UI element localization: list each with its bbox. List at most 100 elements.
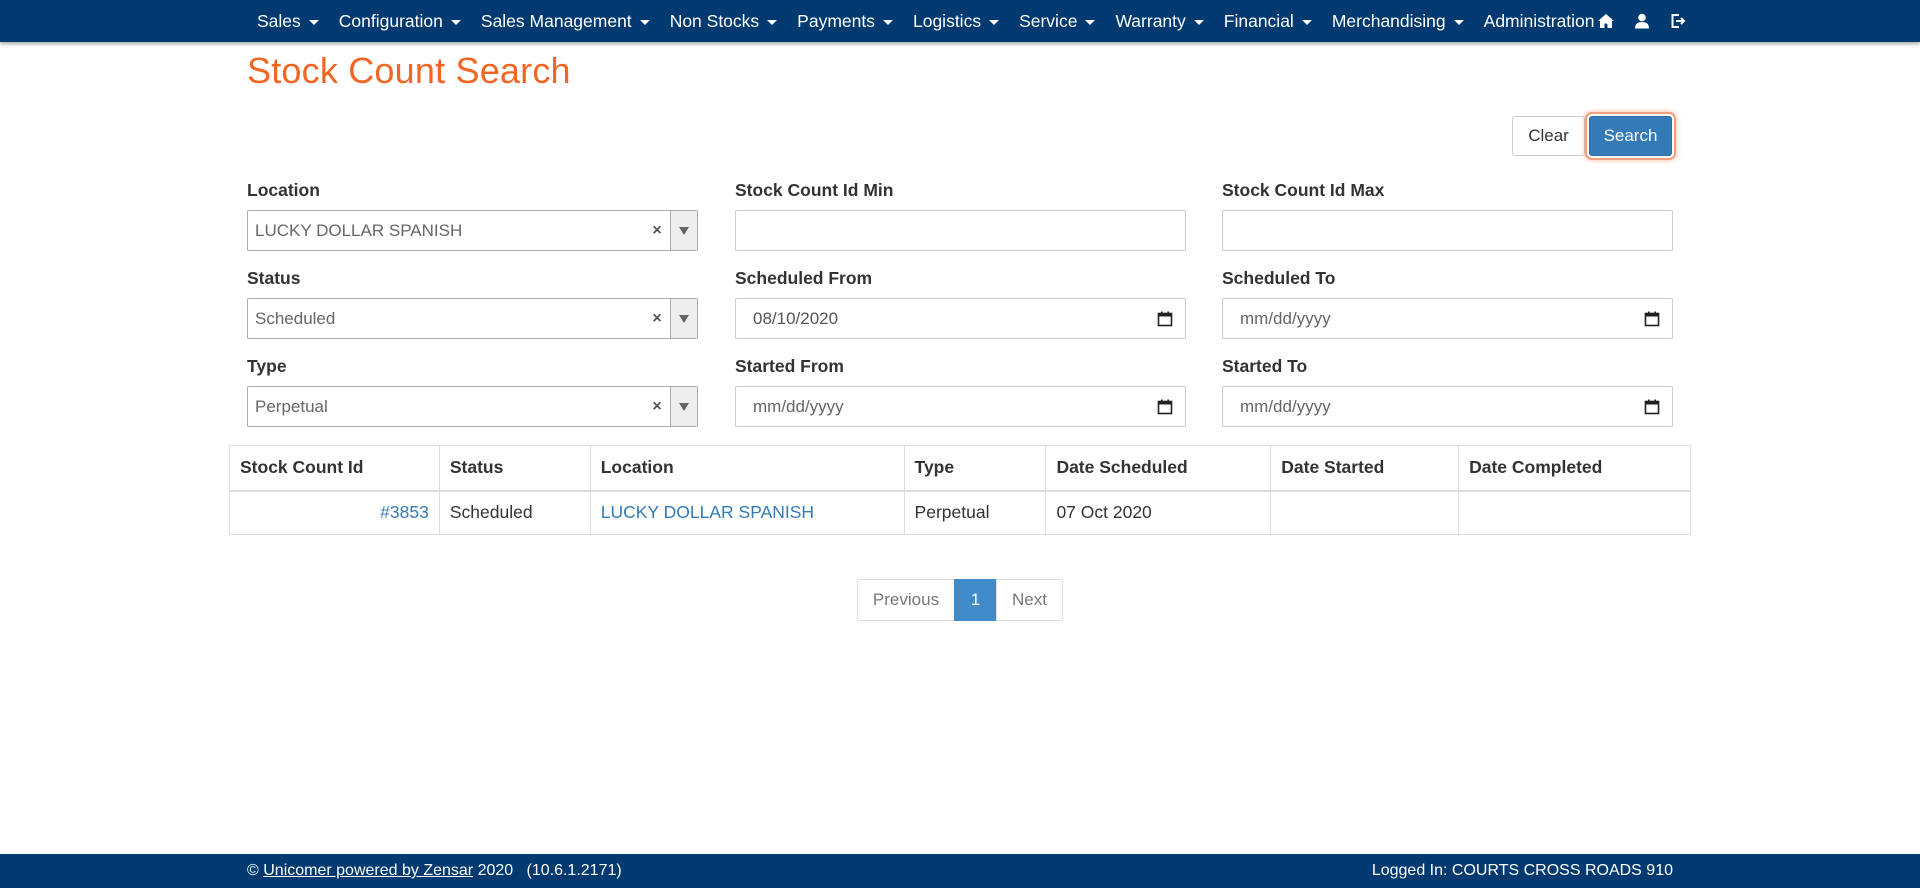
triangle-down-icon: [679, 226, 689, 235]
menu-sales[interactable]: Sales: [247, 0, 329, 42]
column-header-date-completed[interactable]: Date Completed: [1458, 445, 1691, 492]
location-link[interactable]: LUCKY DOLLAR SPANISH: [601, 502, 814, 522]
column-header-status[interactable]: Status: [438, 445, 591, 492]
menu-sales-management[interactable]: Sales Management: [471, 0, 660, 42]
location-label: Location: [247, 180, 320, 200]
menu-financial-label: Financial: [1223, 10, 1294, 31]
caret-down-icon: [989, 19, 1000, 25]
clear-type-icon[interactable]: ×: [644, 398, 670, 416]
page-title: Stock Count Search: [247, 50, 571, 91]
menu-payments[interactable]: Payments: [787, 0, 903, 42]
status-label: Status: [247, 268, 301, 288]
status-dropdown-toggle[interactable]: [670, 299, 697, 338]
logged-in-status: Logged In: COURTS CROSS ROADS 910: [1371, 862, 1673, 879]
previous-page-button[interactable]: Previous: [857, 579, 955, 621]
footer-copyright: © Unicomer powered by Zensar 2020 (10.6.…: [247, 862, 622, 880]
clear-location-icon[interactable]: ×: [644, 222, 670, 240]
menu-merchandising-label: Merchandising: [1331, 10, 1446, 31]
stock-count-id-min-input[interactable]: [735, 210, 1186, 251]
scheduled-to-placeholder: mm/dd/yyyy: [1240, 308, 1331, 328]
cell-date-scheduled: 07 Oct 2020: [1045, 490, 1272, 535]
scheduled-to-date-input[interactable]: mm/dd/yyyy: [1222, 298, 1673, 339]
menu-service-label: Service: [1019, 10, 1078, 31]
menu-administration-label: Administration: [1483, 10, 1595, 31]
caret-down-icon: [639, 19, 650, 25]
calendar-icon[interactable]: [1632, 299, 1672, 338]
stock-count-id-min-label: Stock Count Id Min: [735, 180, 894, 200]
footer-version: 2020 (10.6.1.2171): [477, 862, 622, 879]
company-link[interactable]: Unicomer powered by Zensar: [263, 862, 473, 879]
cell-date-completed: [1458, 490, 1691, 535]
calendar-icon[interactable]: [1632, 387, 1672, 426]
caret-down-icon: [450, 19, 461, 25]
caret-down-icon: [1193, 19, 1204, 25]
caret-down-icon: [308, 19, 319, 25]
menu-financial[interactable]: Financial: [1214, 0, 1322, 42]
menu-warranty[interactable]: Warranty: [1105, 0, 1213, 42]
menu-configuration[interactable]: Configuration: [329, 0, 471, 42]
next-page-button[interactable]: Next: [996, 579, 1063, 621]
location-dropdown-toggle[interactable]: [670, 211, 697, 250]
menu-service[interactable]: Service: [1009, 0, 1105, 42]
top-navbar: Sales Configuration Sales Management Non…: [0, 0, 1920, 42]
copyright-symbol: ©: [247, 862, 259, 879]
logout-icon[interactable]: [1660, 0, 1696, 42]
menu-logistics-label: Logistics: [912, 10, 982, 31]
column-header-stock-count-id[interactable]: Stock Count Id: [229, 445, 440, 492]
type-value: Perpetual: [255, 396, 328, 416]
menu-non-stocks[interactable]: Non Stocks: [660, 0, 787, 42]
status-value: Scheduled: [255, 308, 336, 328]
footer: © Unicomer powered by Zensar 2020 (10.6.…: [0, 854, 1920, 888]
triangle-down-icon: [679, 314, 689, 323]
started-to-date-input[interactable]: mm/dd/yyyy: [1222, 386, 1673, 427]
home-icon[interactable]: [1588, 0, 1624, 42]
status-select[interactable]: Scheduled ×: [247, 298, 698, 339]
stock-count-id-max-label: Stock Count Id Max: [1222, 180, 1385, 200]
stock-count-id-max-input[interactable]: [1222, 210, 1673, 251]
menu-merchandising[interactable]: Merchandising: [1322, 0, 1474, 42]
caret-down-icon: [1453, 19, 1464, 25]
nav-icon-group: [1588, 0, 1696, 42]
menu-sales-management-label: Sales Management: [480, 10, 632, 31]
scheduled-from-date-input[interactable]: 08/10/2020: [735, 298, 1186, 339]
calendar-icon[interactable]: [1145, 299, 1185, 338]
type-select[interactable]: Perpetual ×: [247, 386, 698, 427]
scheduled-from-value: 08/10/2020: [753, 308, 839, 328]
location-select[interactable]: LUCKY DOLLAR SPANISH ×: [247, 210, 698, 251]
stock-count-id-link[interactable]: #3853: [380, 502, 429, 522]
type-label: Type: [247, 356, 287, 376]
menu-warranty-label: Warranty: [1115, 10, 1186, 31]
started-from-date-input[interactable]: mm/dd/yyyy: [735, 386, 1186, 427]
menu-logistics[interactable]: Logistics: [903, 0, 1009, 42]
search-button[interactable]: Search: [1589, 116, 1672, 156]
main-menu: Sales Configuration Sales Management Non…: [247, 0, 1623, 42]
started-from-label: Started From: [735, 356, 844, 376]
column-header-date-scheduled[interactable]: Date Scheduled: [1045, 445, 1272, 492]
table-header-row: Stock Count Id Status Location Type Date…: [229, 445, 1691, 492]
scheduled-from-label: Scheduled From: [735, 268, 873, 288]
caret-down-icon: [1301, 19, 1312, 25]
caret-down-icon: [767, 19, 778, 25]
location-value: LUCKY DOLLAR SPANISH: [255, 220, 463, 240]
menu-sales-label: Sales: [257, 10, 301, 31]
column-header-date-started[interactable]: Date Started: [1270, 445, 1460, 492]
cell-location: LUCKY DOLLAR SPANISH: [589, 490, 905, 535]
page-1-button[interactable]: 1: [954, 579, 997, 621]
calendar-icon[interactable]: [1145, 387, 1185, 426]
menu-configuration-label: Configuration: [338, 10, 443, 31]
started-to-label: Started To: [1222, 356, 1308, 376]
clear-status-icon[interactable]: ×: [644, 310, 670, 328]
scheduled-to-label: Scheduled To: [1222, 268, 1336, 288]
menu-payments-label: Payments: [797, 10, 875, 31]
clear-button[interactable]: Clear: [1512, 116, 1585, 156]
column-header-location[interactable]: Location: [589, 445, 905, 492]
type-dropdown-toggle[interactable]: [670, 387, 697, 426]
table-row: #3853 Scheduled LUCKY DOLLAR SPANISH Per…: [229, 490, 1691, 535]
started-to-placeholder: mm/dd/yyyy: [1240, 396, 1331, 416]
results-table: Stock Count Id Status Location Type Date…: [229, 445, 1691, 535]
pagination: Previous 1 Next: [857, 579, 1063, 621]
cell-status: Scheduled: [438, 490, 591, 535]
user-icon[interactable]: [1624, 0, 1660, 42]
column-header-type[interactable]: Type: [903, 445, 1047, 492]
triangle-down-icon: [679, 402, 689, 411]
